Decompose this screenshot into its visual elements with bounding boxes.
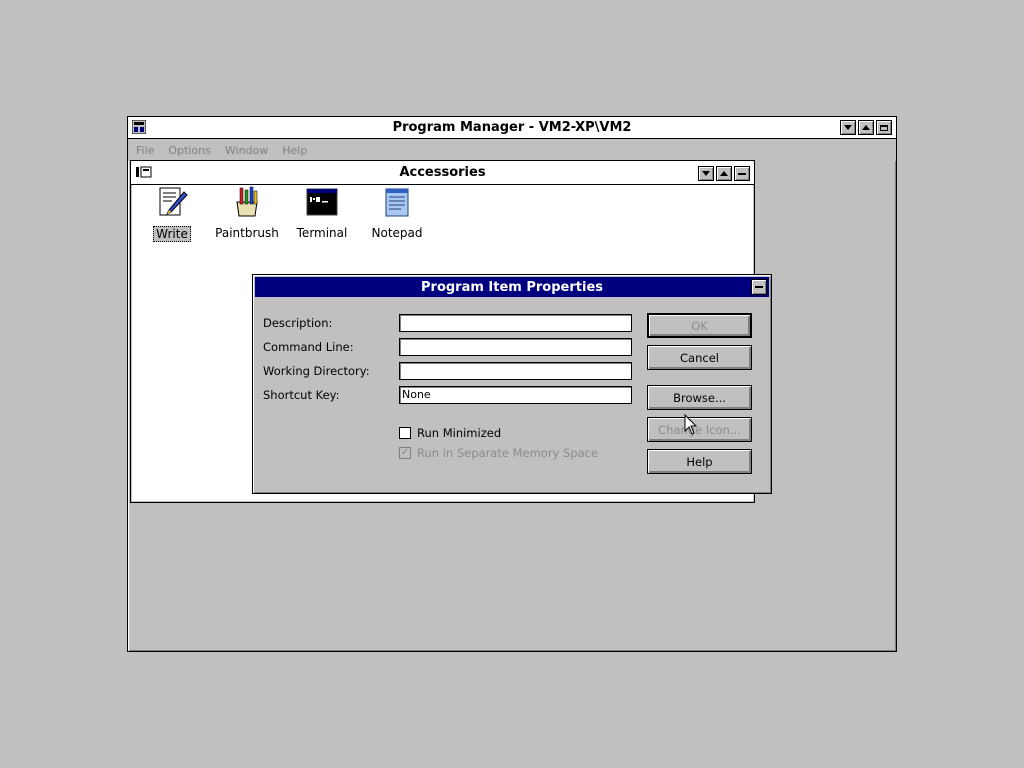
program-manager-titlebar[interactable]: Program Manager - VM2-XP\VM2 bbox=[128, 117, 896, 139]
menu-help[interactable]: Help bbox=[282, 144, 307, 157]
paintbrush-icon bbox=[236, 186, 258, 217]
working-directory-field[interactable] bbox=[399, 362, 632, 380]
control-menu-icon bbox=[755, 286, 763, 288]
minimize-icon bbox=[844, 125, 852, 130]
working-directory-label: Working Directory: bbox=[263, 364, 370, 378]
maximize-icon bbox=[862, 125, 870, 130]
notepad-icon bbox=[385, 188, 409, 217]
program-item-label: Terminal bbox=[296, 226, 348, 240]
help-button[interactable]: Help bbox=[647, 449, 752, 474]
checkbox-box[interactable]: ✓ bbox=[399, 447, 411, 459]
accessories-minimize-button[interactable] bbox=[698, 166, 714, 181]
program-item-notepad[interactable]: Notepad bbox=[362, 186, 432, 240]
ok-button[interactable]: OK bbox=[647, 313, 752, 338]
write-icon bbox=[159, 187, 188, 216]
program-item-paintbrush[interactable]: Paintbrush bbox=[212, 186, 282, 240]
dialog-control-menu-button[interactable] bbox=[751, 279, 767, 295]
menu-options[interactable]: Options bbox=[168, 144, 210, 157]
shortcut-key-field[interactable]: None bbox=[399, 386, 632, 404]
program-item-label: Write bbox=[153, 226, 191, 242]
change-icon-button[interactable]: Change Icon... bbox=[647, 417, 752, 442]
browse-button[interactable]: Browse... bbox=[647, 385, 752, 410]
description-field[interactable] bbox=[399, 314, 632, 332]
cancel-button[interactable]: Cancel bbox=[647, 345, 752, 370]
accessories-restore-button[interactable] bbox=[734, 166, 750, 181]
command-line-label: Command Line: bbox=[263, 340, 354, 354]
accessories-title: Accessories bbox=[399, 165, 486, 180]
restore-icon bbox=[738, 172, 746, 175]
terminal-icon bbox=[306, 188, 338, 216]
description-label: Description: bbox=[263, 316, 333, 330]
menu-file[interactable]: File bbox=[136, 144, 154, 157]
separate-memory-checkbox[interactable]: ✓ Run in Separate Memory Space bbox=[399, 446, 598, 460]
separate-memory-label: Run in Separate Memory Space bbox=[417, 446, 599, 460]
dialog-titlebar[interactable]: Program Item Properties bbox=[255, 277, 769, 297]
program-item-label: Paintbrush bbox=[215, 226, 279, 240]
restore-button[interactable] bbox=[876, 120, 892, 135]
maximize-button[interactable] bbox=[858, 120, 874, 135]
minimize-button[interactable] bbox=[840, 120, 856, 135]
accessories-titlebar[interactable]: Accessories bbox=[131, 161, 754, 185]
mouse-cursor-icon bbox=[684, 414, 698, 435]
program-item-label: Notepad bbox=[371, 226, 423, 240]
run-minimized-label: Run Minimized bbox=[417, 426, 502, 440]
program-item-properties-dialog: Program Item Properties Description: Com… bbox=[252, 274, 772, 494]
menu-window[interactable]: Window bbox=[225, 144, 268, 157]
shortcut-key-label: Shortcut Key: bbox=[263, 388, 340, 402]
program-item-terminal[interactable]: Terminal bbox=[287, 186, 357, 240]
command-line-field[interactable] bbox=[399, 338, 632, 356]
maximize-icon bbox=[720, 171, 728, 176]
menu-bar: File Options Window Help bbox=[128, 139, 896, 161]
checkbox-box[interactable] bbox=[399, 427, 411, 439]
run-minimized-checkbox[interactable]: Run Minimized bbox=[399, 426, 501, 440]
program-manager-icon[interactable] bbox=[132, 120, 146, 134]
program-manager-title: Program Manager - VM2-XP\VM2 bbox=[392, 120, 632, 135]
minimize-icon bbox=[702, 171, 710, 176]
restore-icon bbox=[880, 124, 888, 131]
program-item-write[interactable]: Write bbox=[137, 186, 207, 242]
group-icon[interactable] bbox=[136, 166, 152, 178]
dialog-title: Program Item Properties bbox=[421, 279, 603, 295]
accessories-maximize-button[interactable] bbox=[716, 166, 732, 181]
